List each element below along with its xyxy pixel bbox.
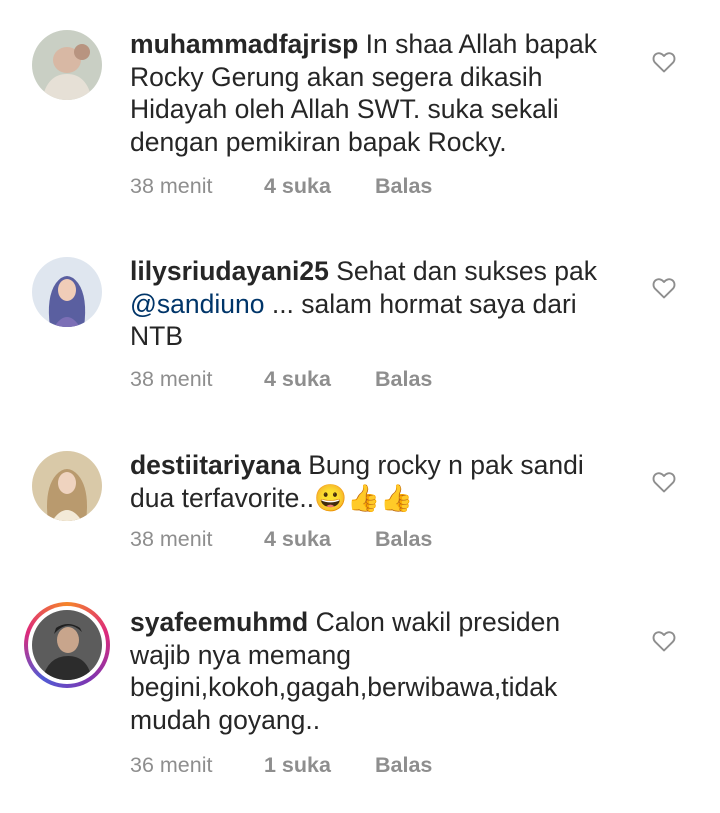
- comment-likes[interactable]: 4 suka: [264, 367, 331, 392]
- comment-likes[interactable]: 1 suka: [264, 753, 331, 778]
- comment-body: destiitariyana Bung rocky n pak sandi du…: [130, 449, 620, 514]
- reply-button[interactable]: Balas: [375, 753, 432, 778]
- avatar-image: [32, 257, 102, 327]
- heart-outline-icon[interactable]: [652, 471, 676, 493]
- avatar-image: [32, 451, 102, 521]
- comment-time[interactable]: 38 menit: [130, 367, 212, 392]
- avatar-photo: [32, 610, 102, 680]
- comment-body: lilysriudayani25 Sehat dan sukses pak @s…: [130, 255, 620, 353]
- comment-likes[interactable]: 4 suka: [264, 174, 331, 199]
- comment-username[interactable]: lilysriudayani25: [130, 256, 329, 286]
- avatar-image: [32, 30, 102, 100]
- comment-username[interactable]: muhammadfajrisp: [130, 29, 358, 59]
- avatar[interactable]: [32, 451, 102, 521]
- comment-likes[interactable]: 4 suka: [264, 527, 331, 552]
- heart-outline-icon[interactable]: [652, 51, 676, 73]
- reply-button[interactable]: Balas: [375, 174, 432, 199]
- comment-time[interactable]: 38 menit: [130, 527, 212, 552]
- comment-body: syafeemuhmd Calon wakil presiden wajib n…: [130, 606, 620, 736]
- mention-link[interactable]: @sandiuno: [130, 289, 264, 319]
- comment-time[interactable]: 38 menit: [130, 174, 212, 199]
- reply-button[interactable]: Balas: [375, 527, 432, 552]
- comment-text-before: Sehat dan sukses pak: [336, 256, 597, 286]
- heart-outline-icon[interactable]: [652, 630, 676, 652]
- comment-body: muhammadfajrisp In shaa Allah bapak Rock…: [130, 28, 620, 158]
- avatar[interactable]: [32, 30, 102, 100]
- heart-outline-icon[interactable]: [652, 277, 676, 299]
- comment-username[interactable]: destiitariyana: [130, 450, 301, 480]
- comment-username[interactable]: syafeemuhmd: [130, 607, 308, 637]
- comment-time[interactable]: 36 menit: [130, 753, 212, 778]
- avatar[interactable]: [32, 257, 102, 327]
- reply-button[interactable]: Balas: [375, 367, 432, 392]
- avatar-image: [32, 610, 102, 680]
- avatar-with-story-ring[interactable]: [24, 602, 110, 688]
